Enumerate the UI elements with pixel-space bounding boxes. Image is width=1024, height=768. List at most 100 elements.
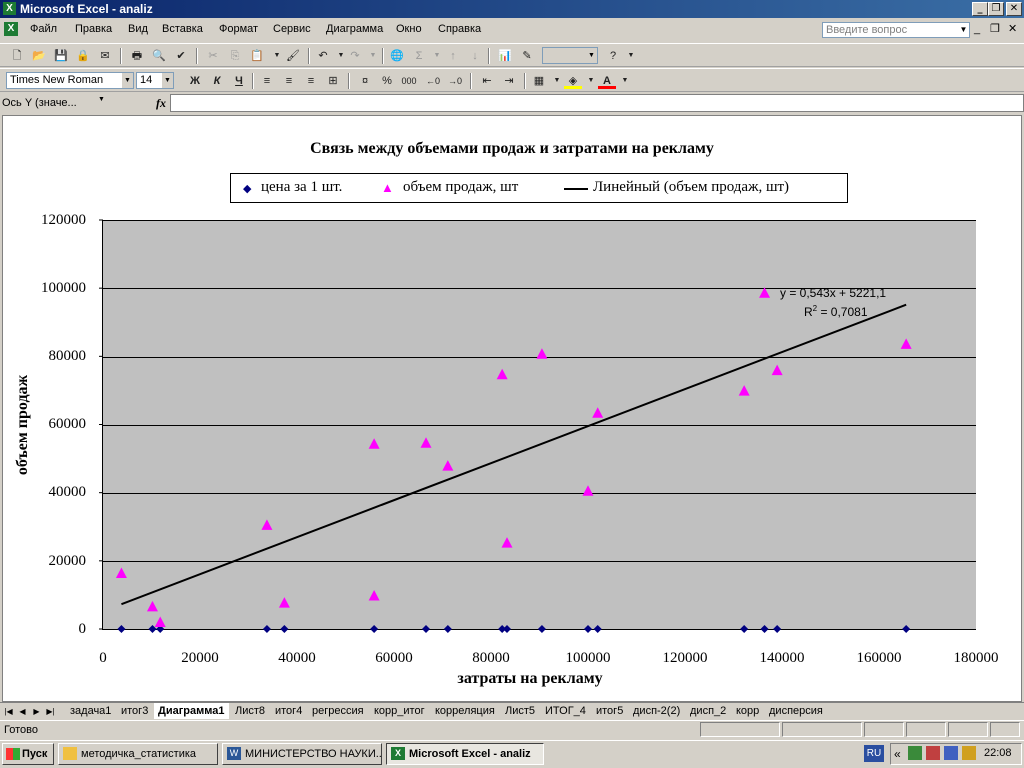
percent-button[interactable]: % — [378, 73, 396, 89]
trendline[interactable] — [121, 303, 907, 606]
ask-question-input[interactable]: Введите вопрос — [822, 22, 970, 38]
redo-dropdown-icon[interactable]: ▼ — [364, 48, 382, 64]
sheet-tab[interactable]: дисп-2(2) — [629, 703, 684, 719]
increase-decimal-icon[interactable]: ←0 — [424, 73, 442, 89]
font-name-combo[interactable]: Times New Roman ▼ — [6, 72, 134, 89]
sheet-tab[interactable]: итог3 — [117, 703, 152, 719]
format-painter-icon[interactable]: 🖌 — [284, 48, 302, 64]
menu-window[interactable]: Окно — [396, 23, 422, 35]
tray-volume-icon[interactable] — [962, 746, 976, 760]
paste-icon[interactable]: 📋 — [248, 48, 266, 64]
decrease-indent-icon[interactable]: ⇤ — [478, 73, 496, 89]
sheet-tab[interactable]: задача1 — [66, 703, 115, 719]
tray-app-icon[interactable] — [908, 746, 922, 760]
name-box-dropdown-icon[interactable]: ▼ — [98, 96, 105, 103]
sheet-tab[interactable]: Диаграмма1 — [154, 703, 229, 719]
align-left-icon[interactable]: ≡ — [258, 73, 276, 89]
italic-button[interactable]: К — [208, 73, 226, 89]
sales-data-point[interactable] — [261, 519, 273, 530]
next-sheet-icon[interactable]: ▶ — [31, 706, 42, 718]
decrease-decimal-icon[interactable]: →0 — [446, 73, 464, 89]
borders-icon[interactable]: ▦ — [530, 73, 548, 89]
align-center-icon[interactable]: ≡ — [280, 73, 298, 89]
sheet-tab[interactable]: регрессия — [308, 703, 368, 719]
sales-data-point[interactable] — [501, 537, 513, 548]
font-size-combo[interactable]: 14 ▼ — [136, 72, 174, 89]
sales-data-point[interactable] — [420, 437, 432, 448]
help-dropdown-icon[interactable]: ▼ — [622, 48, 640, 64]
taskbar-button-word[interactable]: W МИНИСТЕРСТВО НАУКИ... — [222, 743, 382, 765]
menu-help[interactable]: Справка — [438, 23, 481, 35]
workbook-icon[interactable]: X — [4, 22, 18, 36]
sheet-tab[interactable]: Лист5 — [501, 703, 539, 719]
taskbar-button-excel[interactable]: X Microsoft Excel - analiz — [386, 743, 544, 765]
language-indicator[interactable]: RU — [864, 745, 884, 762]
sort-ascending-icon[interactable]: ↑ — [444, 48, 462, 64]
email-icon[interactable]: ✉ — [96, 48, 114, 64]
taskbar-button-folder[interactable]: методичка_статистика — [58, 743, 218, 765]
sales-data-point[interactable] — [115, 567, 127, 578]
sheet-tab[interactable]: Лист8 — [231, 703, 269, 719]
ask-question-dropdown-icon[interactable]: ▼ — [958, 23, 969, 37]
font-name-dropdown-icon[interactable]: ▼ — [122, 73, 133, 88]
sales-data-point[interactable] — [146, 600, 158, 612]
sheet-tab[interactable]: корр_итог — [370, 703, 429, 719]
font-color-icon[interactable]: A — [598, 73, 616, 89]
insert-function-icon[interactable]: fx — [152, 94, 170, 112]
tray-network-icon[interactable] — [944, 746, 958, 760]
formula-input[interactable] — [170, 94, 1024, 112]
align-right-icon[interactable]: ≡ — [302, 73, 320, 89]
excel-app-icon[interactable]: X — [3, 2, 16, 15]
name-box[interactable]: Ось Y (значе... — [0, 95, 110, 111]
minimize-button[interactable]: _ — [972, 2, 988, 16]
sheet-tab[interactable]: итог4 — [271, 703, 306, 719]
menu-tools[interactable]: Сервис — [273, 23, 311, 35]
open-folder-icon[interactable]: 📂 — [30, 48, 48, 64]
font-size-dropdown-icon[interactable]: ▼ — [162, 73, 173, 88]
menu-format[interactable]: Формат — [219, 23, 258, 35]
sales-data-point[interactable] — [900, 338, 912, 349]
tray-app-icon[interactable] — [926, 746, 940, 760]
doc-close-button[interactable]: ✕ — [1008, 22, 1017, 35]
sales-data-point[interactable] — [368, 589, 380, 601]
redo-icon[interactable]: ↷ — [346, 48, 364, 64]
sheet-tab[interactable]: корр — [732, 703, 763, 719]
new-document-icon[interactable]: 🗋 — [8, 48, 26, 64]
sales-data-point[interactable] — [536, 348, 548, 359]
trendline-equation[interactable]: y = 0,543x + 5221,1 — [780, 286, 886, 300]
sales-data-point[interactable] — [496, 368, 508, 380]
hyperlink-icon[interactable]: 🌐 — [388, 48, 406, 64]
underline-button[interactable]: Ч — [230, 73, 248, 89]
help-icon[interactable]: ? — [604, 48, 622, 64]
font-color-dropdown-icon[interactable]: ▼ — [616, 73, 634, 89]
sales-data-point[interactable] — [154, 616, 166, 628]
menu-view[interactable]: Вид — [128, 23, 148, 35]
cut-icon[interactable]: ✂ — [204, 48, 222, 64]
y-axis-title[interactable]: объем продаж — [14, 345, 32, 505]
undo-icon[interactable]: ↶ — [314, 48, 332, 64]
doc-minimize-button[interactable]: _ — [974, 23, 980, 35]
sales-data-point[interactable] — [592, 407, 604, 418]
close-button[interactable]: ✕ — [1006, 2, 1022, 16]
menu-chart[interactable]: Диаграмма — [326, 23, 383, 35]
chart-wizard-icon[interactable]: 📊 — [496, 48, 514, 64]
x-axis-title[interactable]: затраты на рекламу — [300, 670, 760, 688]
sales-data-point[interactable] — [278, 597, 290, 608]
sort-descending-icon[interactable]: ↓ — [466, 48, 484, 64]
sheet-tab[interactable]: дисп_2 — [686, 703, 730, 719]
save-icon[interactable]: 💾 — [52, 48, 70, 64]
drawing-icon[interactable]: ✎ — [518, 48, 536, 64]
first-sheet-icon[interactable]: |◀ — [3, 706, 14, 718]
menu-insert[interactable]: Вставка — [162, 23, 203, 35]
sheet-tab[interactable]: дисперсия — [765, 703, 827, 719]
tray-expand-icon[interactable]: « — [894, 747, 901, 761]
sales-data-point[interactable] — [771, 364, 783, 376]
merge-center-icon[interactable]: ⊞ — [324, 73, 342, 89]
currency-icon[interactable]: ¤ — [356, 73, 374, 89]
zoom-dropdown-icon[interactable]: ▼ — [586, 48, 597, 63]
chart-legend[interactable]: ◆ цена за 1 шт. ▲ объем продаж, шт Линей… — [230, 173, 848, 203]
fill-color-icon[interactable]: ◈ — [564, 73, 582, 89]
sales-data-point[interactable] — [738, 385, 750, 396]
sheet-tab[interactable]: итог5 — [592, 703, 627, 719]
sheet-tab[interactable]: ИТОГ_4 — [541, 703, 590, 719]
